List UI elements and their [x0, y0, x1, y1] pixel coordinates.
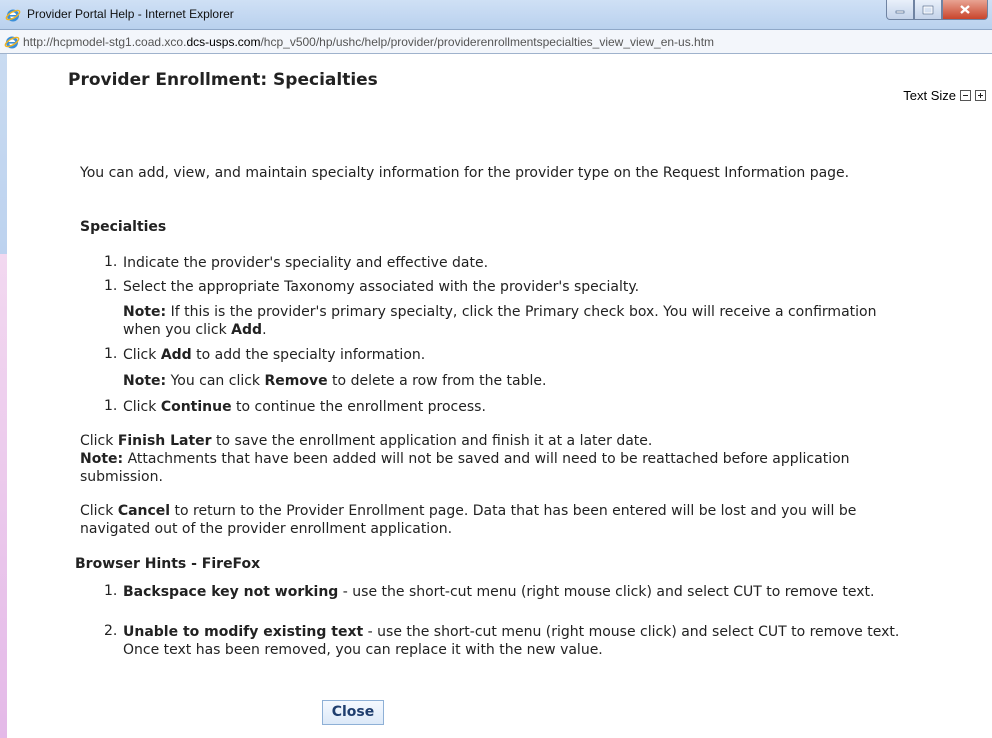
- attachments-note: Note: Attachments that have been added w…: [80, 451, 850, 485]
- hints-heading: Browser Hints - FireFox: [75, 556, 261, 572]
- section-heading: Specialties: [80, 219, 167, 235]
- text-size-control: Text Size: [903, 88, 986, 103]
- finish-later-text: Click Finish Later to save the enrollmen…: [80, 433, 653, 449]
- hint-number: 1.: [104, 583, 118, 599]
- close-icon: [960, 5, 970, 14]
- window-frame: [0, 54, 7, 738]
- increase-text-size-button[interactable]: [975, 90, 986, 101]
- step-number: 1.: [104, 278, 118, 294]
- internet-explorer-icon: [4, 36, 20, 49]
- hint-text: Unable to modify existing text - use the…: [123, 624, 900, 658]
- window-title: Provider Portal Help - Internet Explorer: [27, 7, 234, 21]
- minimize-button[interactable]: [886, 0, 914, 20]
- close-button[interactable]: Close: [322, 700, 384, 725]
- decrease-text-size-button[interactable]: [960, 90, 971, 101]
- address-bar[interactable]: http://hcpmodel-stg1.coad.xco.dcs-usps.c…: [0, 30, 992, 54]
- page-title: Provider Enrollment: Specialties: [68, 70, 378, 90]
- text-size-label: Text Size: [903, 88, 956, 103]
- note-text: Note: If this is the provider's primary …: [123, 304, 877, 338]
- cancel-text: Click Cancel to return to the Provider E…: [80, 503, 857, 537]
- close-window-button[interactable]: [942, 0, 988, 20]
- hint-text: Backspace key not working - use the shor…: [123, 584, 875, 600]
- minimize-icon: [895, 10, 905, 13]
- note-text: Note: You can click Remove to delete a r…: [123, 373, 547, 389]
- step-text: Click Continue to continue the enrollmen…: [123, 399, 486, 415]
- maximize-icon: [922, 5, 934, 14]
- step-number: 1.: [104, 398, 118, 414]
- step-text: Select the appropriate Taxonomy associat…: [123, 279, 640, 295]
- url-text[interactable]: http://hcpmodel-stg1.coad.xco.dcs-usps.c…: [23, 35, 714, 49]
- hint-number: 2.: [104, 623, 118, 639]
- step-number: 1.: [104, 346, 118, 362]
- window-title-bar[interactable]: Provider Portal Help - Internet Explorer: [0, 0, 992, 30]
- intro-text: You can add, view, and maintain specialt…: [80, 165, 850, 181]
- step-number: 1.: [104, 254, 118, 270]
- step-text: Indicate the provider's speciality and e…: [123, 255, 489, 271]
- maximize-button[interactable]: [914, 0, 942, 20]
- step-text: Click Add to add the specialty informati…: [123, 347, 426, 363]
- internet-explorer-icon: [5, 9, 21, 22]
